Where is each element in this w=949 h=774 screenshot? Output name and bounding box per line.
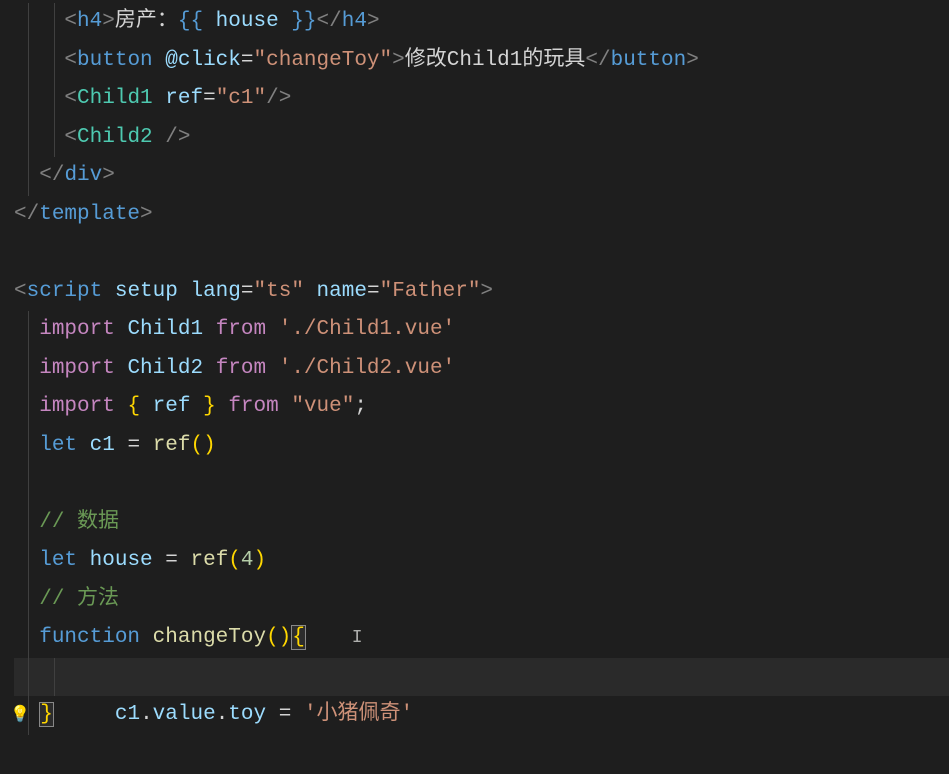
code-line[interactable]: }: [14, 696, 949, 735]
code-line[interactable]: </template>: [14, 196, 949, 235]
code-line[interactable]: [14, 234, 949, 273]
code-line[interactable]: import { ref } from "vue";: [14, 388, 949, 427]
code-line[interactable]: <Child2 />: [14, 119, 949, 158]
code-editor[interactable]: <h4>房产：{{ house }}</h4> <button @click="…: [0, 0, 949, 735]
code-line[interactable]: // 方法: [14, 581, 949, 620]
code-line-active[interactable]: 💡 c1.value.toy = '小猪佩奇': [14, 658, 949, 697]
code-line[interactable]: import Child2 from './Child2.vue': [14, 350, 949, 389]
code-line[interactable]: [14, 465, 949, 504]
code-line[interactable]: <h4>房产：{{ house }}</h4>: [14, 3, 949, 42]
code-line[interactable]: </div>: [14, 157, 949, 196]
code-line[interactable]: function changeToy(){ I: [14, 619, 949, 658]
text-cursor-icon: I: [352, 628, 363, 648]
code-line[interactable]: let c1 = ref(): [14, 427, 949, 466]
code-line[interactable]: import Child1 from './Child1.vue': [14, 311, 949, 350]
code-line[interactable]: <script setup lang="ts" name="Father">: [14, 273, 949, 312]
code-line[interactable]: <Child1 ref="c1"/>: [14, 80, 949, 119]
code-line[interactable]: let house = ref(4): [14, 542, 949, 581]
code-line[interactable]: <button @click="changeToy">修改Child1的玩具</…: [14, 42, 949, 81]
code-line[interactable]: // 数据: [14, 504, 949, 543]
